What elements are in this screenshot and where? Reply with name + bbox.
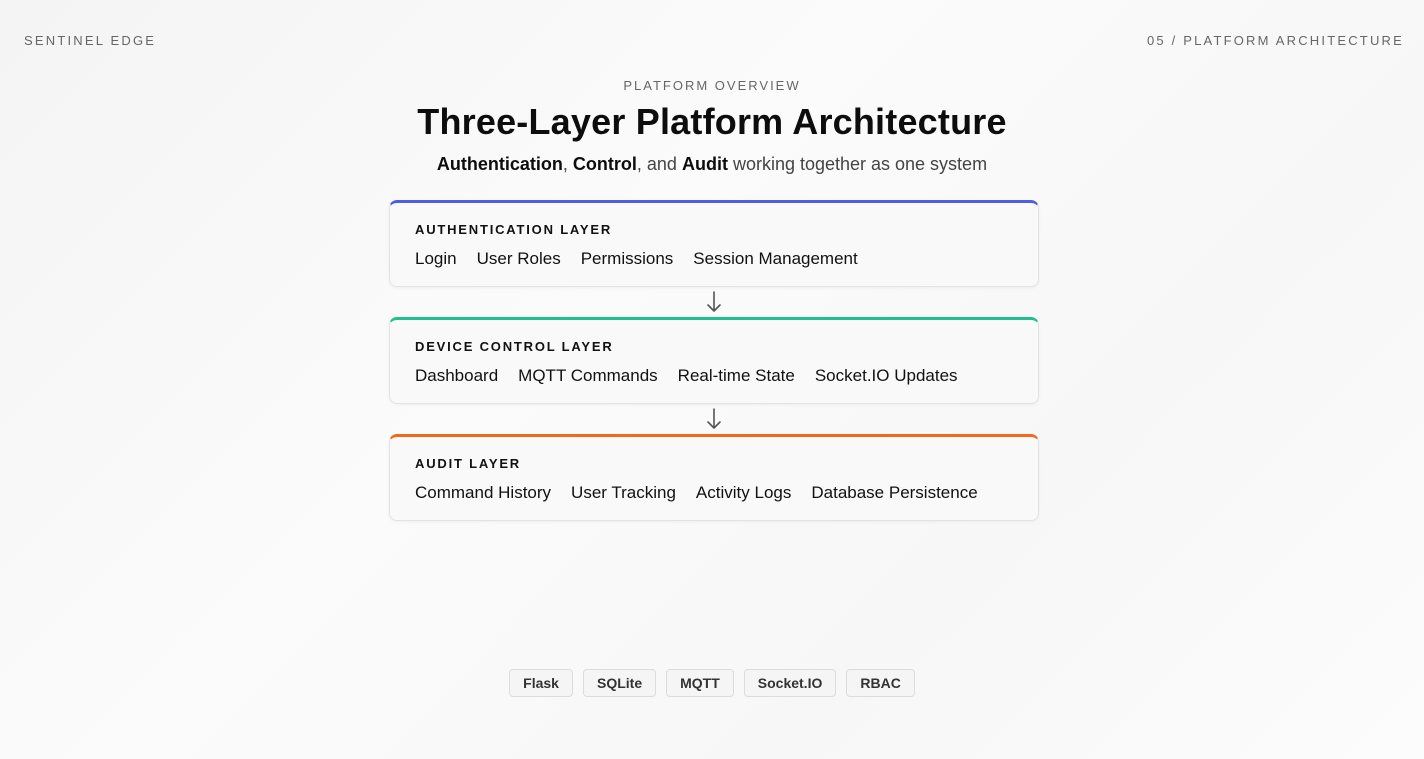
subtitle-term-authentication: Authentication xyxy=(436,154,563,174)
tech-tag: MQTT xyxy=(666,669,734,697)
tech-tag: Flask xyxy=(509,669,573,697)
subtitle-rest: working together as one system xyxy=(727,154,988,174)
arrow-down-icon xyxy=(389,404,1039,434)
tech-tag: RBAC xyxy=(846,669,915,697)
page-subtitle: Authentication, Control, and Audit worki… xyxy=(0,154,1424,175)
arrow-down-icon xyxy=(389,287,1039,317)
layer-item: Database Persistence xyxy=(811,483,978,502)
layer-item: User Roles xyxy=(476,249,561,268)
layer-card-audit: AUDIT LAYER Command History User Trackin… xyxy=(389,434,1039,521)
layer-stack: AUTHENTICATION LAYER Login User Roles Pe… xyxy=(389,200,1039,521)
subtitle-separator: , and xyxy=(636,154,682,174)
layer-item: Socket.IO Updates xyxy=(814,366,958,385)
layer-items: Login User Roles Permissions Session Man… xyxy=(415,249,1013,269)
tech-tag: SQLite xyxy=(582,669,657,697)
page-title: Three-Layer Platform Architecture xyxy=(417,101,1007,142)
brand-label: SENTINEL EDGE xyxy=(24,33,157,48)
layer-item: Session Management xyxy=(693,249,858,268)
layer-item: Command History xyxy=(415,483,552,502)
section-eyebrow: PLATFORM OVERVIEW xyxy=(623,78,801,93)
layer-items: Dashboard MQTT Commands Real-time State … xyxy=(415,366,1013,386)
layer-item: User Tracking xyxy=(571,483,676,502)
layer-item: Activity Logs xyxy=(695,483,792,502)
layer-item: Permissions xyxy=(580,249,674,268)
tech-tag-list: Flask SQLite MQTT Socket.IO RBAC xyxy=(0,669,1424,697)
layer-title: DEVICE CONTROL LAYER xyxy=(415,339,614,354)
layer-title: AUTHENTICATION LAYER xyxy=(415,222,613,237)
layer-item: MQTT Commands xyxy=(518,366,658,385)
layer-card-device-control: DEVICE CONTROL LAYER Dashboard MQTT Comm… xyxy=(389,317,1039,404)
slide-number: 05 / PLATFORM ARCHITECTURE xyxy=(1146,33,1404,48)
subtitle-term-control: Control xyxy=(572,154,637,174)
layer-items: Command History User Tracking Activity L… xyxy=(415,483,1013,503)
layer-title: AUDIT LAYER xyxy=(415,456,521,471)
subtitle-separator: , xyxy=(562,154,573,174)
layer-item: Login xyxy=(415,249,457,268)
layer-card-authentication: AUTHENTICATION LAYER Login User Roles Pe… xyxy=(389,200,1039,287)
layer-item: Real-time State xyxy=(677,366,795,385)
subtitle-term-audit: Audit xyxy=(681,154,728,174)
tech-tag: Socket.IO xyxy=(743,669,837,697)
layer-item: Dashboard xyxy=(415,366,499,385)
